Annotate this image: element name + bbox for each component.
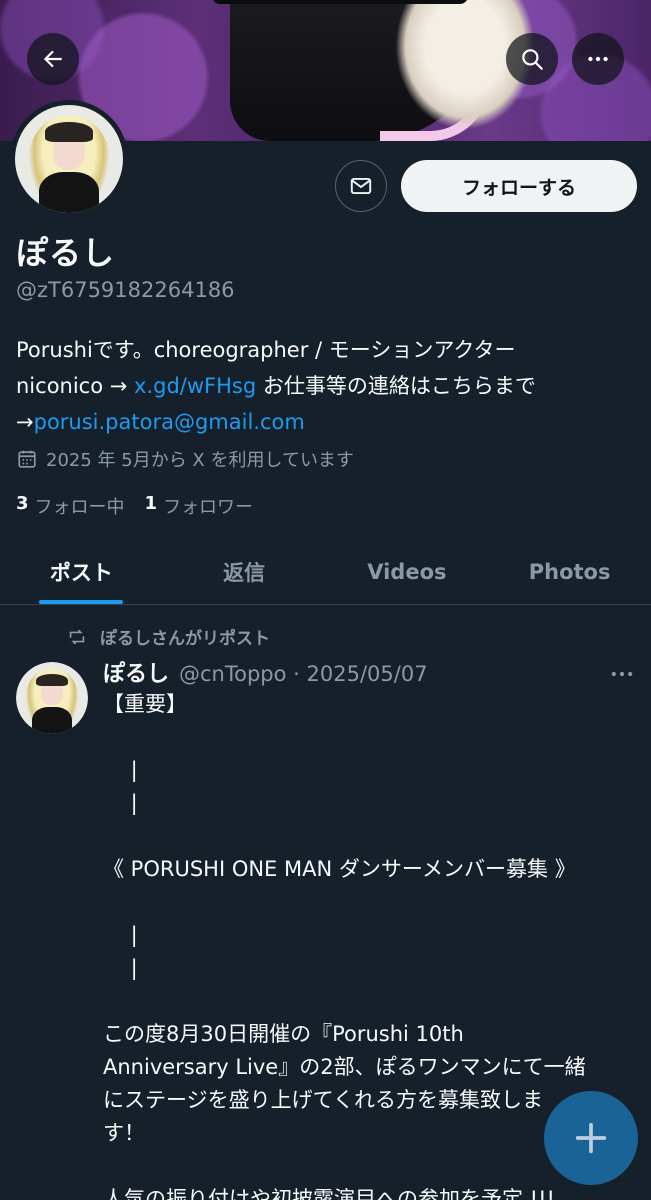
post-line: 人気の振り付けや初披露演目への参加を予定 !!! [103, 1187, 555, 1200]
user-handle: @zT6759182264186 [16, 278, 235, 302]
post-more-icon[interactable] [606, 660, 638, 688]
post-author-meta[interactable]: @cnToppo · 2025/05/07 [179, 662, 428, 686]
repost-icon [69, 629, 85, 644]
tab-replies[interactable]: 返信 [163, 540, 326, 604]
bio-text: → [16, 410, 34, 434]
tab-label: Photos [528, 560, 611, 584]
search-button[interactable] [506, 33, 558, 85]
plus-icon [575, 1122, 607, 1154]
post-line: 【重要】 [103, 692, 187, 716]
post-line [103, 721, 633, 754]
search-icon [522, 49, 543, 70]
joined-text: 2025 年 5月から X を利用しています [46, 450, 354, 471]
follow-counts: 3 フォロー中 1 フォロワー [16, 493, 273, 519]
avatar-body [31, 706, 73, 734]
bio-line-3: →porusi.patora@gmail.com [16, 404, 636, 440]
joined-date: 2025 年 5月から X を利用しています [16, 446, 354, 472]
profile-bio: Porushiです。choreographer / モーションアクター nico… [16, 332, 636, 440]
following-label: フォロー中 [34, 497, 125, 518]
post-header: ぽるし @cnToppo · 2025/05/07 [103, 656, 428, 688]
followers-link[interactable]: 1 フォロワー [145, 493, 254, 519]
tab-posts[interactable]: ポスト [0, 540, 163, 604]
tab-label: ポスト [49, 561, 113, 585]
followers-count: 1 [144, 493, 158, 514]
back-button[interactable] [27, 33, 79, 85]
compose-button[interactable] [544, 1091, 638, 1185]
avatar-bangs [36, 673, 68, 687]
envelope-icon [350, 177, 372, 195]
following-link[interactable]: 3 フォロー中 [16, 493, 125, 519]
post-line: | [103, 791, 138, 815]
post-author-name[interactable]: ぽるし [103, 656, 169, 688]
repost-indicator: ぽるしさんがリポスト [66, 624, 270, 649]
post-line: Anniversary Live』の2部、ぽるワンマンにて一緒 [103, 1055, 586, 1079]
following-count: 3 [16, 493, 29, 514]
bio-link-email[interactable]: porusi.patora@gmail.com [34, 410, 305, 434]
followers-label: フォロワー [163, 497, 254, 518]
repost-label[interactable]: ぽるしさんがリポスト [100, 624, 270, 649]
tab-label: 返信 [223, 561, 266, 585]
tab-label: Videos [367, 560, 447, 584]
banner-notch [212, 0, 468, 4]
bio-text: お仕事等の連絡はこちらまで [256, 374, 536, 398]
post-line [103, 820, 633, 853]
display-name: ぽるし [16, 234, 116, 272]
post-line: | [103, 923, 138, 947]
post-line: この度8月30日開催の『Porushi 10th [103, 1022, 464, 1046]
post-line: | [103, 956, 138, 980]
active-tab-indicator [39, 600, 124, 604]
profile-tabs: ポスト 返信 Videos Photos [0, 540, 651, 605]
more-dots-icon [588, 56, 608, 62]
bio-line-2: niconico → x.gd/wFHsg お仕事等の連絡はこちらまで [16, 368, 636, 404]
more-button[interactable] [572, 33, 624, 85]
profile-avatar[interactable] [10, 100, 128, 218]
arrow-left-icon [43, 50, 62, 68]
follow-button[interactable]: フォローする [401, 160, 637, 212]
post-author-avatar[interactable] [16, 662, 88, 734]
post-line [103, 985, 633, 1018]
post-line: 《 PORUSHI ONE MAN ダンサーメンバー募集 》 [103, 857, 576, 881]
tab-videos[interactable]: Videos [326, 540, 489, 604]
avatar-bangs [45, 122, 93, 142]
avatar-image [15, 105, 123, 213]
bio-text: niconico → [16, 374, 135, 398]
post-line [103, 886, 633, 919]
avatar-image [16, 662, 88, 734]
avatar-body [38, 171, 100, 213]
bio-link-niconico[interactable]: x.gd/wFHsg [134, 374, 256, 398]
calendar-icon [18, 450, 36, 468]
message-button[interactable] [335, 160, 387, 212]
post-line: | [103, 758, 138, 782]
bio-line-1: Porushiです。choreographer / モーションアクター [16, 338, 516, 362]
tab-photos[interactable]: Photos [488, 540, 651, 604]
